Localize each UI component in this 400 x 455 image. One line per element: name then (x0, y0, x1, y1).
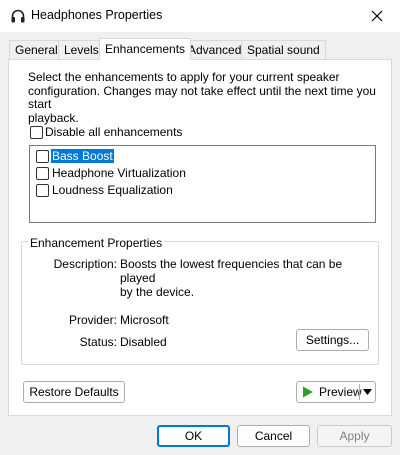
settings-button[interactable]: Settings... (296, 329, 369, 351)
disable-all-checkbox[interactable] (30, 126, 43, 139)
title-bar: Headphones Properties (0, 0, 400, 32)
headphone-virtualization-checkbox[interactable] (36, 167, 49, 180)
enhancements-list[interactable]: Bass Boost Headphone Virtualization Loud… (29, 145, 376, 223)
window-title: Headphones Properties (31, 8, 163, 22)
description-value: Boosts the lowest frequencies that can b… (120, 257, 370, 299)
enhancements-description: Select the enhancements to apply for you… (28, 70, 383, 125)
description-value-line: Boosts the lowest frequencies that can b… (120, 257, 343, 285)
close-button[interactable] (354, 0, 400, 32)
headphones-icon (11, 9, 25, 23)
list-item-bass-boost[interactable]: Bass Boost (50, 148, 115, 164)
dropdown-arrow-icon[interactable] (363, 389, 372, 395)
status-value: Disabled (120, 335, 167, 349)
restore-defaults-button[interactable]: Restore Defaults (23, 381, 125, 403)
close-icon (371, 10, 383, 22)
loudness-equalization-checkbox[interactable] (36, 184, 49, 197)
bass-boost-label[interactable]: Bass Boost (50, 148, 115, 164)
provider-label: Provider: (68, 313, 117, 327)
provider-value: Microsoft (120, 313, 169, 327)
apply-button[interactable]: Apply (317, 425, 392, 447)
description-value-line: by the device. (120, 285, 195, 299)
tab-enhancements[interactable]: Enhancements (99, 38, 192, 60)
play-icon (303, 386, 313, 398)
group-title: Enhancement Properties (28, 236, 165, 250)
tab-general[interactable]: General (9, 40, 64, 59)
preview-split-button[interactable]: Preview (296, 381, 376, 403)
description-line: configuration. Changes may not take effe… (28, 83, 376, 111)
tab-spatial-sound[interactable]: Spatial sound (241, 40, 326, 59)
tab-levels[interactable]: Levels (58, 40, 105, 59)
list-item-headphone-virtualization[interactable]: Headphone Virtualization (52, 166, 186, 180)
ok-button[interactable]: OK (157, 425, 230, 447)
cancel-button[interactable]: Cancel (237, 425, 310, 447)
split-divider (359, 384, 360, 400)
description-label: Description: (53, 257, 117, 271)
list-item-loudness-equalization[interactable]: Loudness Equalization (52, 183, 173, 197)
status-label: Status: (79, 335, 117, 349)
disable-all-label[interactable]: Disable all enhancements (45, 125, 182, 139)
bass-boost-checkbox[interactable] (36, 150, 49, 163)
tab-advanced[interactable]: Advanced (182, 40, 248, 59)
description-line: Select the enhancements to apply for you… (28, 70, 340, 84)
preview-label: Preview (319, 385, 362, 399)
description-line: playback. (28, 110, 79, 125)
